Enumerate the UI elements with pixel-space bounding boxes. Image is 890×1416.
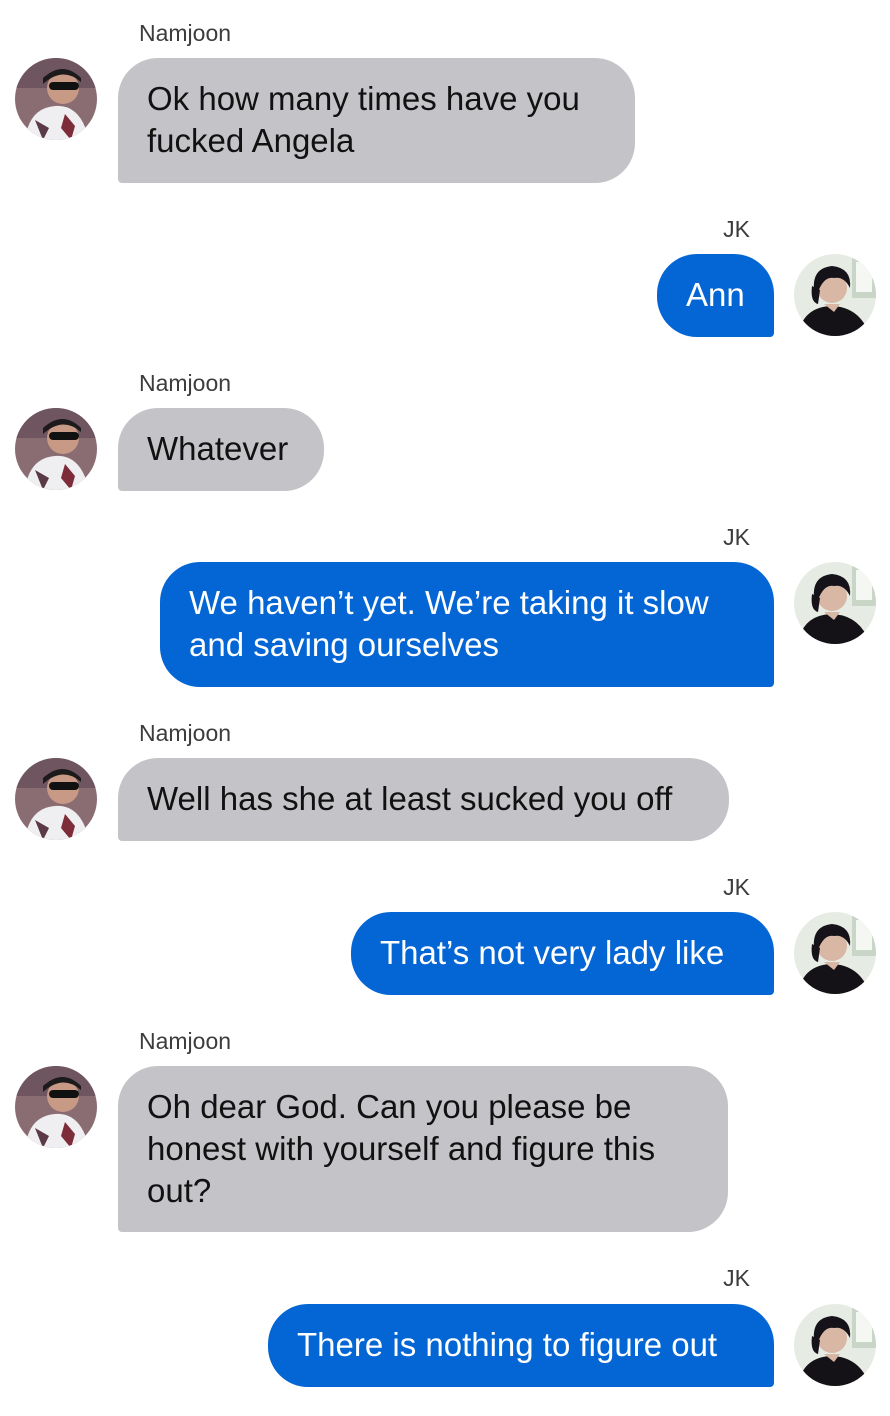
namjoon-avatar-icon[interactable] [15,758,97,840]
jk-avatar-icon[interactable] [794,1304,876,1386]
message-line: Ok how many times have you [147,80,580,117]
namjoon-avatar-icon[interactable] [15,1066,97,1148]
message-bubble-incoming[interactable]: Whatever [118,408,324,491]
message-line: and saving ourselves [189,626,500,663]
chat-screen: { "participants": { "left": { "name": "N… [0,0,890,1416]
message-line: There is nothing to figure out [297,1326,718,1363]
message-bubble-outgoing[interactable]: There is nothing to figure out [268,1304,774,1387]
sender-name: JK [723,524,750,550]
message-bubble-incoming[interactable]: Oh dear God. Can you please be honest wi… [118,1066,728,1232]
message-line: honest with yourself and figure this [147,1130,656,1167]
message-line: Oh dear God. Can you please be [147,1088,632,1125]
sender-name: JK [723,874,750,900]
message-bubble-incoming[interactable]: Well has she at least sucked you off [118,758,729,841]
message-line: We haven’t yet. We’re taking it slow [189,584,709,621]
message-line: Well has she at least sucked you off [147,780,673,817]
namjoon-avatar-icon[interactable] [15,58,97,140]
sender-name: JK [723,216,750,242]
message-bubble-incoming[interactable]: Ok how many times have you fucked Angela [118,58,635,183]
sender-name: Namjoon [139,720,232,746]
message-line: fucked Angela [147,122,355,159]
message-bubble-outgoing[interactable]: We haven’t yet. We’re taking it slow and… [160,562,774,687]
namjoon-avatar-icon[interactable] [15,408,97,490]
message-line: out? [147,1172,212,1209]
message-line: Ann [686,276,745,313]
message-bubble-outgoing[interactable]: That’s not very lady like [351,912,774,995]
message-bubble-outgoing[interactable]: Ann [657,254,774,337]
jk-avatar-icon[interactable] [794,912,876,994]
message-line: Whatever [147,430,289,467]
sender-name: JK [723,1265,750,1291]
sender-name: Namjoon [139,1028,232,1054]
message-line: That’s not very lady like [380,934,725,971]
sender-name: Namjoon [139,20,232,46]
jk-avatar-icon[interactable] [794,562,876,644]
jk-avatar-icon[interactable] [794,254,876,336]
sender-name: Namjoon [139,370,232,396]
